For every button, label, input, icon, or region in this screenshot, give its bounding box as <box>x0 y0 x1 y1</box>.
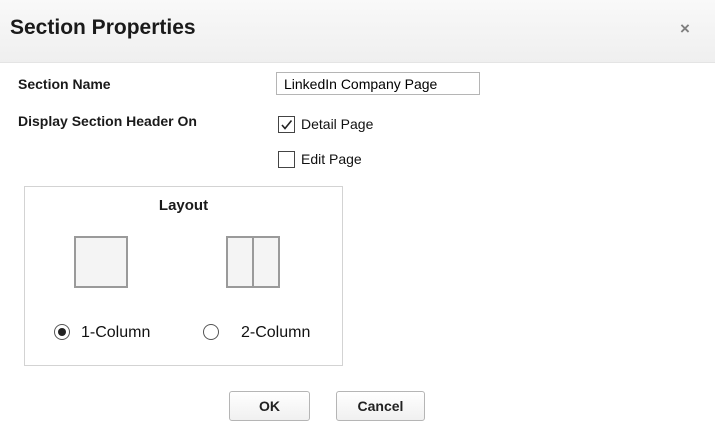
one-column-label: 1-Column <box>81 324 151 341</box>
radio-selected-dot <box>58 328 66 336</box>
section-name-label: Section Name <box>18 76 111 92</box>
edit-page-label: Edit Page <box>301 151 362 167</box>
two-column-icon[interactable] <box>226 236 280 288</box>
single-column-icon[interactable] <box>74 236 128 288</box>
column-divider <box>252 238 254 286</box>
layout-panel: Layout 1-Column 2-Column <box>24 186 343 366</box>
dialog-header: Section Properties × <box>0 0 715 63</box>
two-column-radio[interactable] <box>203 324 219 340</box>
display-section-header-label: Display Section Header On <box>18 113 197 129</box>
section-name-input[interactable] <box>276 72 480 95</box>
layout-title: Layout <box>158 197 209 214</box>
one-column-radio[interactable] <box>54 324 70 340</box>
two-column-label: 2-Column <box>241 324 311 341</box>
detail-page-label: Detail Page <box>301 116 374 132</box>
edit-page-checkbox[interactable] <box>278 151 295 168</box>
detail-page-checkbox[interactable] <box>278 116 295 133</box>
checkmark-icon <box>281 119 293 130</box>
dialog-title: Section Properties <box>10 16 196 39</box>
close-icon[interactable]: × <box>674 18 696 40</box>
